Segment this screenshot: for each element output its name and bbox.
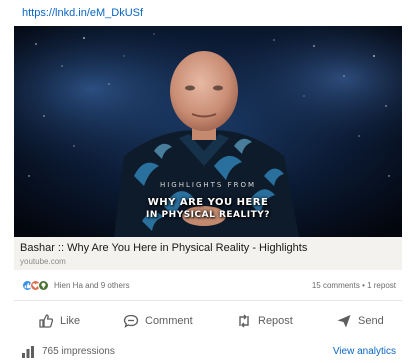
comment-label: Comment (145, 315, 193, 327)
like-label: Like (60, 315, 81, 327)
impressions-chart-icon (22, 346, 34, 358)
impressions-count: 765 impressions (42, 346, 115, 357)
like-icon (39, 314, 54, 328)
video-title-line1: WHY ARE YOU HERE (147, 197, 269, 208)
reactions[interactable] (22, 280, 54, 292)
link-source: youtube.com (20, 257, 66, 266)
comment-icon (123, 314, 139, 328)
link-card[interactable]: Bashar :: Why Are You Here in Physical R… (14, 237, 402, 270)
repost-icon (239, 314, 249, 328)
repost-button[interactable]: Repost (236, 307, 293, 335)
social-counts-bar: Hien Ha and 9 others 15 comments • 1 rep… (22, 280, 396, 294)
send-icon (337, 315, 351, 328)
divider (14, 300, 402, 301)
repost-label: Repost (258, 315, 293, 327)
link-title[interactable]: Bashar :: Why Are You Here in Physical R… (20, 242, 307, 254)
reaction-names[interactable]: Hien Ha and 9 others (54, 281, 130, 290)
post-footer: 765 impressions View analytics (22, 345, 396, 359)
video-title-line2: IN PHYSICAL REALITY? (146, 210, 270, 220)
comment-repost-counts[interactable]: 15 comments • 1 repost (312, 281, 396, 290)
send-label: Send (358, 315, 384, 327)
comment-button[interactable]: Comment (123, 307, 193, 335)
insightful-reaction-icon (38, 280, 49, 291)
video-highlight-label: HIGHLIGHTS FROM (159, 181, 257, 189)
send-button[interactable]: Send (336, 307, 384, 335)
post-link[interactable]: https://lnkd.in/eM_DkUSf (22, 7, 143, 19)
view-analytics-link[interactable]: View analytics (333, 346, 396, 357)
like-button[interactable]: Like (38, 307, 80, 335)
video-thumbnail[interactable]: HIGHLIGHTS FROM WHY ARE YOU HERE IN PHYS… (14, 26, 402, 237)
action-bar: Like Comment Repost Send (14, 307, 402, 335)
